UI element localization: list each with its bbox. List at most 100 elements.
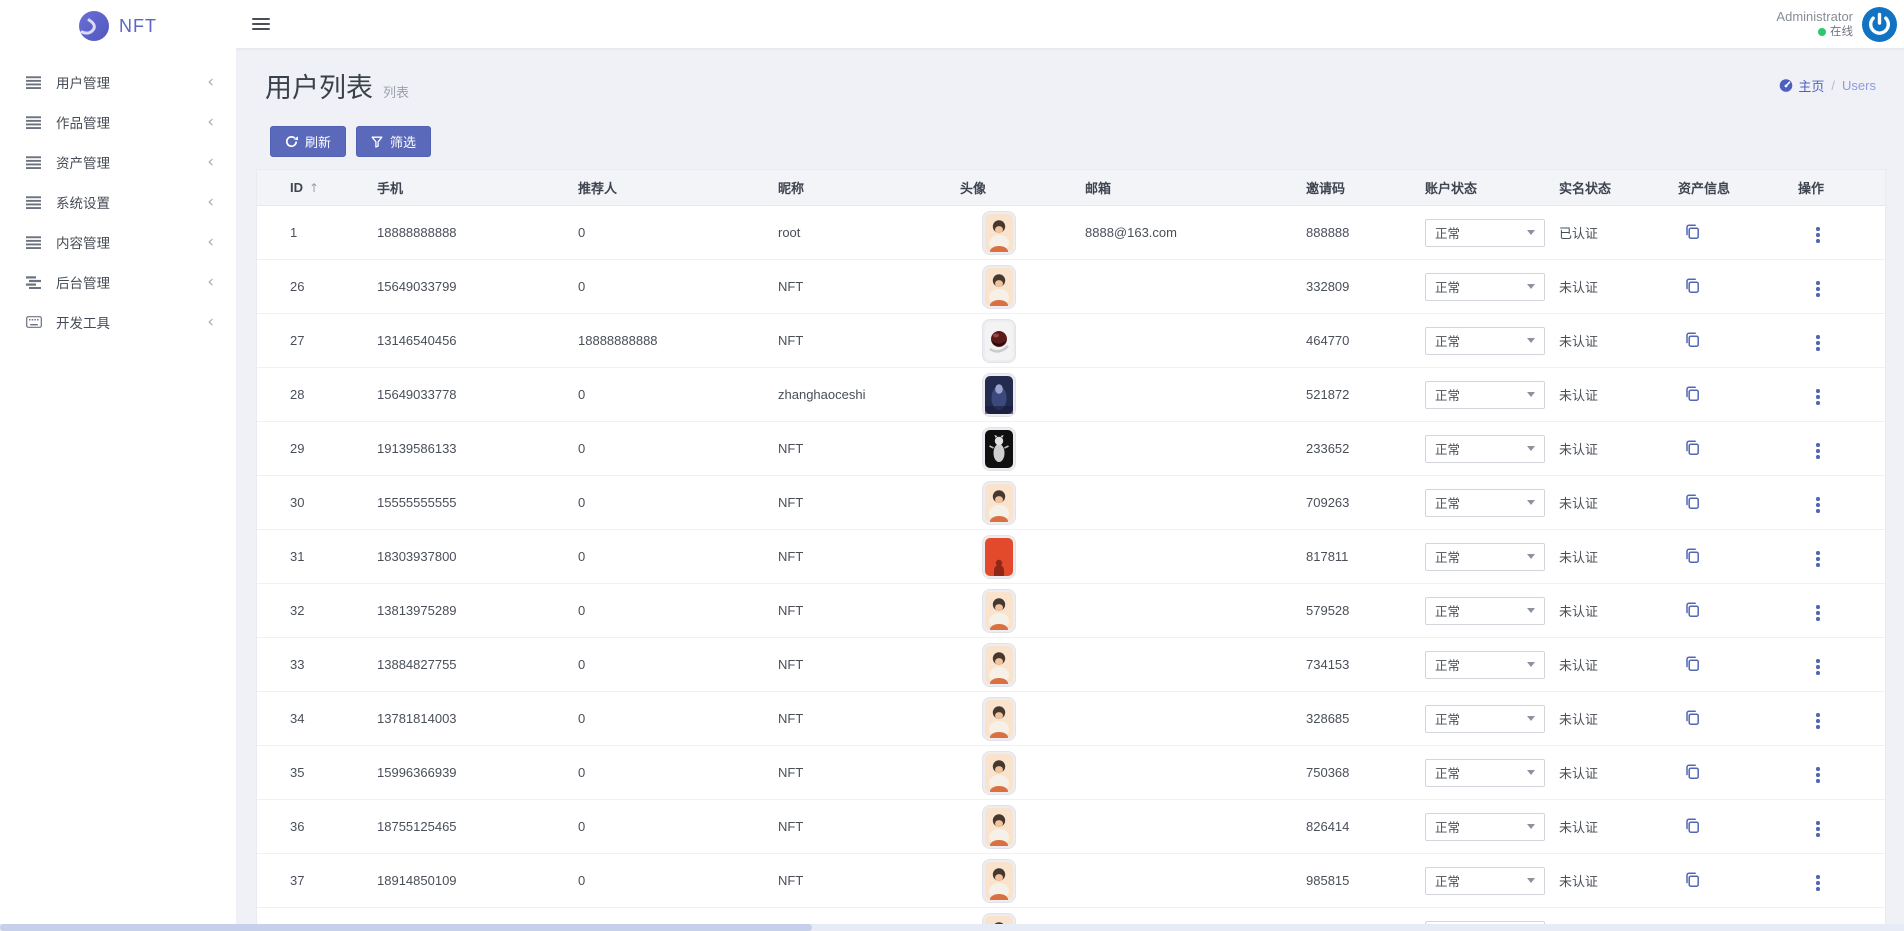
column-header-avatar[interactable]: 头像	[960, 178, 1085, 197]
cell-phone: 13781814003	[377, 711, 578, 726]
user-avatar-image-person[interactable]	[982, 211, 1016, 255]
copy-icon[interactable]	[1684, 763, 1701, 780]
page-title: 用户列表	[265, 66, 373, 105]
sidebar-item-4[interactable]: 系统设置 ‹	[0, 182, 236, 222]
table-row: 33 13884827755 0 NFT 734153 正常 未认证	[257, 638, 1885, 692]
account-status-select[interactable]: 正常	[1425, 813, 1545, 841]
breadcrumb-home-link[interactable]: 主页	[1779, 76, 1824, 95]
account-status-select[interactable]: 正常	[1425, 435, 1545, 463]
more-actions-icon[interactable]	[1812, 385, 1824, 409]
sidebar-item-7[interactable]: 开发工具 ‹	[0, 302, 236, 342]
breadcrumb-current[interactable]: Users	[1842, 78, 1876, 93]
copy-icon[interactable]	[1684, 547, 1701, 564]
topbar: Administrator 在线	[236, 0, 1904, 48]
copy-icon[interactable]	[1684, 817, 1701, 834]
copy-icon[interactable]	[1684, 277, 1701, 294]
sidebar-item-6[interactable]: 后台管理 ‹	[0, 262, 236, 302]
copy-icon[interactable]	[1684, 871, 1701, 888]
table-row: 35 15996366939 0 NFT 750368 正常 未认证	[257, 746, 1885, 800]
account-status-select[interactable]: 正常	[1425, 273, 1545, 301]
user-avatar-image-person[interactable]	[982, 589, 1016, 633]
column-header-referrer[interactable]: 推荐人	[578, 178, 778, 197]
cell-phone: 15649033778	[377, 387, 578, 402]
table-row: 30 15555555555 0 NFT 709263 正常 未认证	[257, 476, 1885, 530]
column-header-phone[interactable]: 手机	[377, 178, 578, 197]
caret-down-icon	[1527, 608, 1535, 613]
column-header-email[interactable]: 邮箱	[1085, 178, 1306, 197]
sidebar-item-1[interactable]: 用户管理 ‹	[0, 62, 236, 102]
user-avatar-image-red[interactable]	[982, 535, 1016, 579]
filter-button[interactable]: 筛选	[356, 126, 431, 157]
user-block[interactable]: Administrator 在线	[1776, 7, 1897, 42]
account-status-select[interactable]: 正常	[1425, 597, 1545, 625]
copy-icon[interactable]	[1684, 439, 1701, 456]
more-actions-icon[interactable]	[1812, 817, 1824, 841]
horizontal-scrollbar[interactable]	[0, 924, 1904, 931]
account-status-select[interactable]: 正常	[1425, 327, 1545, 355]
copy-icon[interactable]	[1684, 385, 1701, 402]
cell-realname-status: 未认证	[1559, 493, 1678, 512]
account-status-select[interactable]: 正常	[1425, 759, 1545, 787]
cell-realname-status: 未认证	[1559, 763, 1678, 782]
cell-invite-code: 826414	[1306, 819, 1425, 834]
column-header-account-status[interactable]: 账户状态	[1425, 178, 1559, 197]
account-status-select[interactable]: 正常	[1425, 543, 1545, 571]
sidebar-item-2[interactable]: 作品管理 ‹	[0, 102, 236, 142]
more-actions-icon[interactable]	[1812, 223, 1824, 247]
more-actions-icon[interactable]	[1812, 439, 1824, 463]
column-header-id[interactable]: ID↑	[290, 180, 377, 195]
user-avatar-image-person[interactable]	[982, 481, 1016, 525]
account-status-select[interactable]: 正常	[1425, 705, 1545, 733]
column-header-asset-info[interactable]: 资产信息	[1678, 178, 1798, 197]
user-avatar-image-person[interactable]	[982, 265, 1016, 309]
user-avatar-image-cat[interactable]	[982, 427, 1016, 471]
user-texts: Administrator 在线	[1776, 9, 1853, 40]
copy-icon[interactable]	[1684, 331, 1701, 348]
caret-down-icon	[1527, 716, 1535, 721]
user-avatar-image-person[interactable]	[982, 643, 1016, 687]
cell-asset-info	[1678, 439, 1798, 459]
more-actions-icon[interactable]	[1812, 331, 1824, 355]
cell-actions	[1798, 759, 1885, 787]
copy-icon[interactable]	[1684, 709, 1701, 726]
account-status-select[interactable]: 正常	[1425, 489, 1545, 517]
brand[interactable]: NFT	[0, 0, 236, 52]
horizontal-scrollbar-thumb[interactable]	[0, 924, 812, 931]
column-header-nickname[interactable]: 昵称	[778, 178, 960, 197]
more-actions-icon[interactable]	[1812, 547, 1824, 571]
sidebar-item-3[interactable]: 资产管理 ‹	[0, 142, 236, 182]
copy-icon[interactable]	[1684, 601, 1701, 618]
user-avatar-image-dark[interactable]	[982, 373, 1016, 417]
more-actions-icon[interactable]	[1812, 655, 1824, 679]
copy-icon[interactable]	[1684, 493, 1701, 510]
user-avatar-image-person[interactable]	[982, 751, 1016, 795]
table-row: 31 18303937800 0 NFT 817811 正常 未认证	[257, 530, 1885, 584]
account-status-select[interactable]: 正常	[1425, 867, 1545, 895]
user-avatar-image-person[interactable]	[982, 805, 1016, 849]
cell-phone: 13813975289	[377, 603, 578, 618]
account-status-select[interactable]: 正常	[1425, 381, 1545, 409]
more-actions-icon[interactable]	[1812, 277, 1824, 301]
refresh-button[interactable]: 刷新	[270, 126, 346, 157]
column-header-realname-status[interactable]: 实名状态	[1559, 178, 1678, 197]
copy-icon[interactable]	[1684, 223, 1701, 240]
copy-icon[interactable]	[1684, 655, 1701, 672]
account-status-select[interactable]: 正常	[1425, 219, 1545, 247]
cell-referrer: 0	[578, 225, 778, 240]
user-avatar-image-person[interactable]	[982, 697, 1016, 741]
user-avatar-power-icon[interactable]	[1862, 7, 1897, 42]
chevron-left-icon: ‹	[207, 154, 214, 171]
caret-down-icon	[1527, 770, 1535, 775]
sidebar-item-5[interactable]: 内容管理 ‹	[0, 222, 236, 262]
more-actions-icon[interactable]	[1812, 493, 1824, 517]
user-avatar-image-sphere[interactable]	[982, 319, 1016, 363]
account-status-select[interactable]: 正常	[1425, 651, 1545, 679]
more-actions-icon[interactable]	[1812, 871, 1824, 895]
more-actions-icon[interactable]	[1812, 601, 1824, 625]
sidebar-toggle-icon[interactable]	[252, 18, 270, 31]
user-avatar-image-person[interactable]	[982, 859, 1016, 903]
column-header-invite-code[interactable]: 邀请码	[1306, 178, 1425, 197]
column-header-actions[interactable]: 操作	[1798, 178, 1885, 197]
more-actions-icon[interactable]	[1812, 709, 1824, 733]
more-actions-icon[interactable]	[1812, 763, 1824, 787]
